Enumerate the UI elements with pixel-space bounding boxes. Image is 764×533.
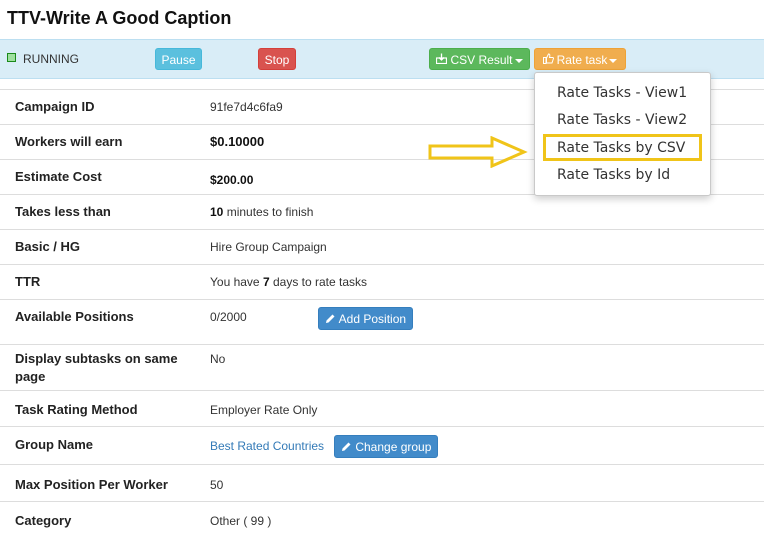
detail-value: Other ( 99 ) bbox=[210, 514, 272, 528]
detail-value: 10 minutes to finish bbox=[210, 203, 313, 221]
stop-button[interactable]: Stop bbox=[258, 48, 296, 70]
detail-label: Group Name bbox=[15, 437, 94, 452]
detail-label: Task Rating Method bbox=[15, 402, 138, 417]
detail-row-category: Category Other ( 99 ) bbox=[0, 501, 764, 533]
detail-value: $0.10000 bbox=[210, 134, 265, 149]
detail-row-available-positions: Available Positions 0/2000 Add Position bbox=[0, 299, 764, 344]
menu-item-rate-by-id[interactable]: Rate Tasks by Id bbox=[557, 167, 670, 183]
detail-value: 91fe7d4c6fa9 bbox=[210, 100, 283, 114]
rate-task-label: Rate task bbox=[556, 53, 608, 67]
detail-label: Takes less than bbox=[15, 204, 111, 219]
detail-value: You have 7 days to rate tasks bbox=[210, 273, 367, 291]
highlight-box bbox=[543, 134, 702, 161]
add-position-label: Add Position bbox=[338, 312, 407, 326]
detail-value: 50 bbox=[210, 478, 224, 492]
detail-row-group-name: Group Name Best Rated Countries Change g… bbox=[0, 426, 764, 464]
status-text: RUNNING bbox=[23, 52, 79, 66]
csv-result-label: CSV Result bbox=[450, 53, 513, 67]
detail-label: Workers will earn bbox=[15, 134, 123, 149]
running-status-icon bbox=[7, 53, 16, 62]
detail-value: Hire Group Campaign bbox=[210, 240, 327, 254]
pause-button[interactable]: Pause bbox=[155, 48, 202, 70]
detail-label: Category bbox=[15, 513, 72, 528]
menu-item-rate-view2[interactable]: Rate Tasks - View2 bbox=[557, 112, 687, 128]
minutes-value: 10 bbox=[210, 205, 224, 219]
export-icon bbox=[436, 49, 448, 71]
page-title: TTV-Write A Good Caption bbox=[7, 8, 232, 28]
detail-row-basic-hg: Basic / HG Hire Group Campaign bbox=[0, 229, 764, 264]
ttr-prefix: You have bbox=[210, 275, 260, 289]
menu-item-rate-view1[interactable]: Rate Tasks - View1 bbox=[557, 85, 687, 101]
add-position-button[interactable]: Add Position bbox=[318, 307, 414, 330]
detail-row-max-position: Max Position Per Worker 50 bbox=[0, 464, 764, 501]
detail-value: 0/2000 bbox=[210, 310, 247, 324]
group-name-link[interactable]: Best Rated Countries bbox=[210, 437, 324, 455]
detail-row-takes-less: Takes less than 10 minutes to finish bbox=[0, 194, 764, 229]
detail-label: Basic / HG bbox=[15, 239, 81, 254]
detail-label: Display subtasks on same page bbox=[15, 351, 178, 384]
thumbs-up-icon bbox=[542, 49, 554, 71]
pencil-icon bbox=[325, 312, 339, 326]
detail-label: Campaign ID bbox=[15, 99, 95, 114]
detail-label: Max Position Per Worker bbox=[15, 477, 168, 492]
detail-label: Available Positions bbox=[15, 309, 134, 324]
detail-row-ttr: TTR You have 7 days to rate tasks bbox=[0, 264, 764, 299]
pencil-icon bbox=[341, 440, 355, 454]
csv-result-button[interactable]: CSV Result bbox=[429, 48, 530, 70]
detail-value: No bbox=[210, 352, 226, 366]
days-value: 7 bbox=[262, 275, 270, 289]
ttr-suffix: days to rate tasks bbox=[272, 275, 368, 289]
detail-label: TTR bbox=[15, 274, 41, 289]
chevron-down-icon bbox=[514, 58, 523, 63]
detail-value: Employer Rate Only bbox=[210, 403, 318, 417]
arrow-annotation-icon bbox=[428, 135, 528, 171]
change-group-button[interactable]: Change group bbox=[334, 435, 439, 458]
rate-task-button[interactable]: Rate task bbox=[534, 48, 626, 70]
minutes-suffix: minutes to finish bbox=[226, 205, 314, 219]
change-group-label: Change group bbox=[355, 440, 432, 454]
detail-label: Estimate Cost bbox=[15, 169, 102, 184]
chevron-down-icon bbox=[609, 58, 618, 63]
detail-row-task-rating: Task Rating Method Employer Rate Only bbox=[0, 390, 764, 426]
detail-value: $200.00 bbox=[210, 173, 254, 187]
